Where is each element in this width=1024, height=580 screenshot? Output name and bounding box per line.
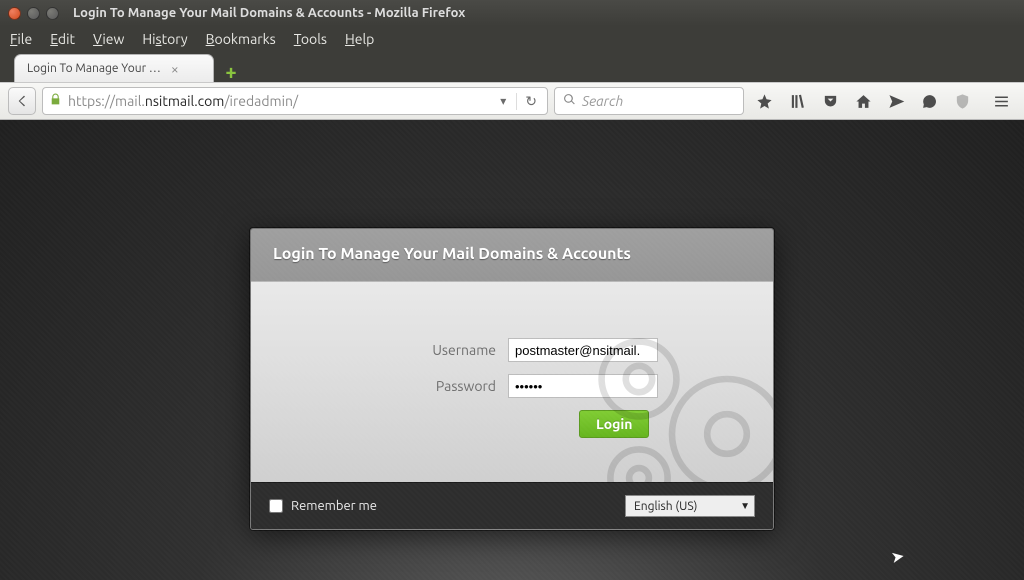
page-content: Login To Manage Your Mail Domains & Acco… <box>0 120 1024 580</box>
menubar: File Edit View History Bookmarks Tools H… <box>0 26 1024 52</box>
menu-help[interactable]: Help <box>345 31 374 47</box>
url-text: https://mail.nsitmail.com/iredadmin/ <box>68 93 490 109</box>
username-input[interactable] <box>508 338 658 362</box>
window-minimize-button[interactable] <box>27 7 40 20</box>
back-button[interactable] <box>8 87 36 115</box>
search-bar[interactable]: Search <box>554 87 744 115</box>
language-select[interactable]: English (US) ▼ <box>625 495 755 517</box>
bookmark-star-icon[interactable] <box>756 93 773 110</box>
arrow-left-icon <box>14 93 30 109</box>
menu-bookmarks[interactable]: Bookmarks <box>206 31 276 47</box>
reload-icon[interactable]: ↻ <box>516 93 541 110</box>
menu-view[interactable]: View <box>93 31 124 47</box>
password-input[interactable] <box>508 374 658 398</box>
menu-icon[interactable] <box>993 93 1010 110</box>
toolbar-icons <box>750 93 1016 110</box>
url-bar[interactable]: https://mail.nsitmail.com/iredadmin/ ▾ ↻ <box>42 87 548 115</box>
menu-edit[interactable]: Edit <box>50 31 75 47</box>
window-title: Login To Manage Your Mail Domains & Acco… <box>73 6 465 20</box>
tab-active[interactable]: Login To Manage Your … × <box>14 54 214 82</box>
tab-title: Login To Manage Your … <box>27 62 161 75</box>
mouse-cursor-icon: ➤ <box>889 546 906 567</box>
tab-strip: Login To Manage Your … × + <box>0 52 1024 82</box>
search-icon <box>563 93 576 109</box>
window-close-button[interactable] <box>8 7 21 20</box>
send-icon[interactable] <box>888 93 905 110</box>
url-history-dropdown-icon[interactable]: ▾ <box>496 94 510 108</box>
username-label: Username <box>366 342 496 358</box>
tab-close-icon[interactable]: × <box>171 61 179 77</box>
login-heading: Login To Manage Your Mail Domains & Acco… <box>251 229 773 282</box>
home-icon[interactable] <box>855 93 872 110</box>
pocket-icon[interactable] <box>822 93 839 110</box>
menu-file[interactable]: File <box>10 31 32 47</box>
lock-icon <box>49 93 62 109</box>
new-tab-button[interactable]: + <box>218 60 244 82</box>
login-button[interactable]: Login <box>579 410 649 438</box>
login-footer: Remember me English (US) ▼ <box>251 482 773 529</box>
library-icon[interactable] <box>789 93 806 110</box>
window-maximize-button[interactable] <box>46 7 59 20</box>
navigation-toolbar: https://mail.nsitmail.com/iredadmin/ ▾ ↻… <box>0 82 1024 120</box>
language-value: English (US) <box>634 500 697 513</box>
remember-me-checkbox[interactable] <box>269 499 283 513</box>
login-panel: Login To Manage Your Mail Domains & Acco… <box>250 228 774 530</box>
shield-icon[interactable] <box>954 93 971 110</box>
remember-me-label: Remember me <box>291 499 377 513</box>
login-form: Username Password Login <box>251 282 773 482</box>
password-label: Password <box>366 378 496 394</box>
menu-history[interactable]: History <box>142 31 187 47</box>
search-placeholder: Search <box>582 93 623 109</box>
window-titlebar: Login To Manage Your Mail Domains & Acco… <box>0 0 1024 26</box>
menu-tools[interactable]: Tools <box>294 31 327 47</box>
chat-icon[interactable] <box>921 93 938 110</box>
chevron-down-icon: ▼ <box>740 500 750 512</box>
remember-me[interactable]: Remember me <box>269 499 377 513</box>
